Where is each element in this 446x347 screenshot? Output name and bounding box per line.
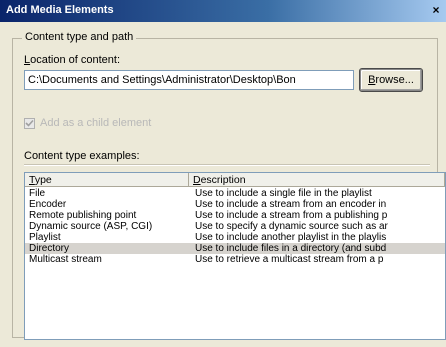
- row-type: File: [29, 188, 46, 199]
- row-type: Encoder: [29, 199, 67, 210]
- table-row[interactable]: Dynamic source (ASP, CGI) Use to specify …: [25, 221, 445, 232]
- row-description: Use to include a stream from a publishin…: [195, 210, 388, 221]
- table-row[interactable]: Directory Use to include files in a direc…: [25, 243, 445, 254]
- add-as-child-checkbox[interactable]: [24, 118, 35, 129]
- table-row[interactable]: Playlist Use to include another playlist …: [25, 232, 445, 243]
- location-input[interactable]: C:\Documents and Settings\Administrator\…: [24, 70, 354, 90]
- row-description: Use to retrieve a multicast stream from …: [195, 254, 384, 265]
- row-type: Playlist: [29, 232, 61, 243]
- location-label-rest: ocation of content:: [30, 54, 121, 66]
- column-header-type[interactable]: Type: [25, 173, 189, 187]
- close-icon[interactable]: ×: [428, 2, 444, 18]
- description-header-accel: D: [193, 174, 201, 186]
- row-type: Remote publishing point: [29, 210, 137, 221]
- add-as-child-label: Add as a child element: [40, 117, 152, 129]
- row-description: Use to include another playlist in the p…: [195, 232, 387, 243]
- column-header-description[interactable]: Description: [189, 173, 445, 187]
- checkmark-icon: [25, 119, 34, 127]
- row-description: Use to include files in a directory (and…: [195, 243, 387, 254]
- window-title: Add Media Elements: [6, 4, 114, 16]
- separator: [24, 165, 430, 166]
- table-row[interactable]: Multicast stream Use to retrieve a multic…: [25, 254, 445, 265]
- row-type: Dynamic source (ASP, CGI): [29, 221, 153, 232]
- row-type: Directory: [29, 243, 70, 254]
- title-bar: Add Media Elements ×: [0, 0, 446, 22]
- row-description: Use to include a single file in the play…: [195, 188, 372, 199]
- type-header-rest: ype: [34, 174, 52, 186]
- row-type: Multicast stream: [29, 254, 102, 265]
- list-header: Type Description: [25, 173, 445, 187]
- content-type-list[interactable]: Type Description File Use to include a si…: [24, 172, 446, 340]
- row-description: Use to include a stream from an encoder …: [195, 199, 387, 210]
- table-row[interactable]: File Use to include a single file in the …: [25, 188, 445, 199]
- group-legend: Content type and path: [22, 31, 137, 43]
- description-header-rest: escription: [200, 174, 246, 186]
- table-row[interactable]: Remote publishing point Use to include a …: [25, 210, 445, 221]
- browse-rest: rowse...: [375, 74, 414, 86]
- examples-label: Content type examples:: [24, 150, 140, 162]
- location-label: Location of content:: [24, 54, 120, 66]
- table-row[interactable]: Encoder Use to include a stream from an e…: [25, 199, 445, 210]
- browse-button[interactable]: Browse...: [359, 68, 423, 92]
- row-description: Use to specify a dynamic source such as …: [195, 221, 388, 232]
